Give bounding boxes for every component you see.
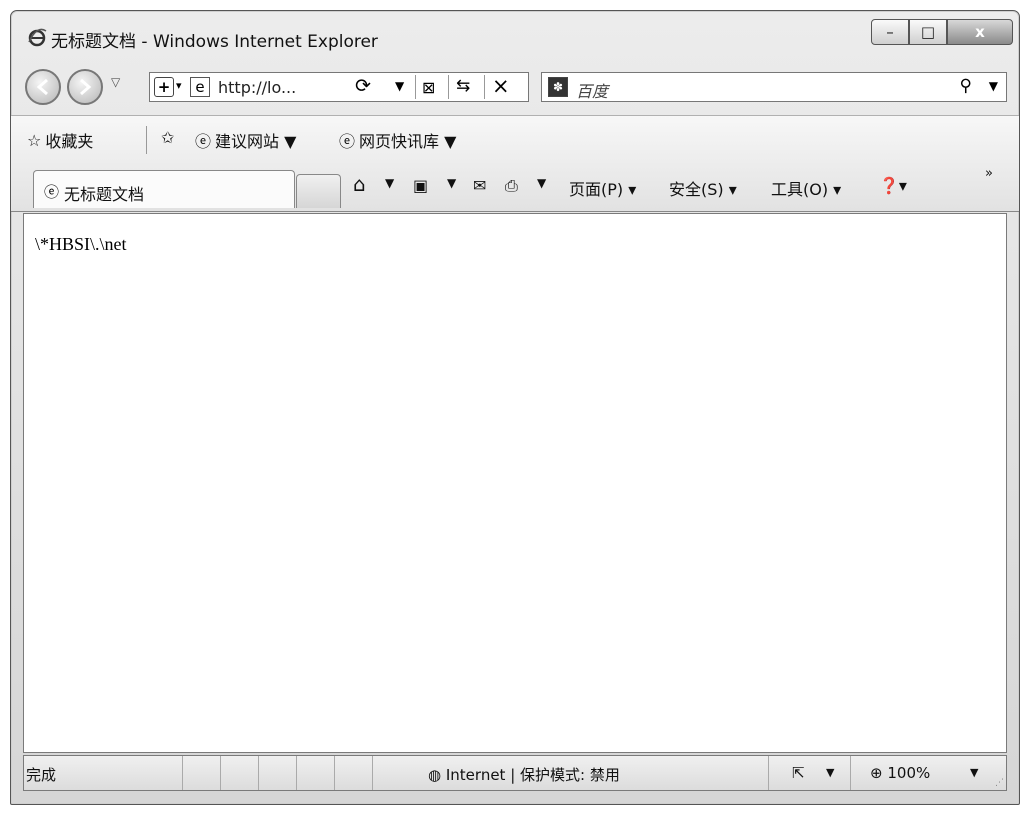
browser-window: 无标题文档 - Windows Internet Explorer – □ x …: [10, 10, 1020, 805]
window-title: 无标题文档 - Windows Internet Explorer: [51, 32, 378, 52]
title-bar[interactable]: 无标题文档 - Windows Internet Explorer – □ x: [11, 11, 1019, 61]
add-dropdown-icon[interactable]: ▾: [176, 79, 182, 92]
mail-icon[interactable]: ✉: [473, 176, 486, 195]
favorites-divider: [146, 126, 147, 154]
status-divider: [768, 756, 769, 790]
zone-settings-icon[interactable]: ⇱: [792, 764, 805, 782]
back-arrow-icon: [36, 78, 48, 96]
help-icon[interactable]: ❓▾: [879, 176, 907, 195]
page-body-text: \*HBSI\.\net: [35, 234, 127, 254]
page-icon: e: [190, 77, 210, 97]
page-content[interactable]: \*HBSI\.\net: [23, 213, 1007, 753]
tab-label: 无标题文档: [64, 185, 145, 204]
home-icon[interactable]: ⌂: [353, 172, 366, 196]
minimize-button[interactable]: –: [871, 19, 909, 45]
toolbar-area: ☆ 收藏夹 ✩ ⓔ 建议网站 ▼ ⓔ 网页快讯库 ▼ ⓔ 无标题文档 ⌂ ▼ ▣…: [11, 115, 1019, 212]
favorites-button[interactable]: ☆ 收藏夹: [27, 128, 93, 152]
address-url[interactable]: http://lo...: [218, 78, 296, 97]
ie-logo-icon: [27, 27, 47, 47]
search-dropdown-icon[interactable]: ▼: [989, 79, 998, 93]
favorites-item-label: 建议网站 ▼: [215, 132, 297, 151]
status-text: 完成: [26, 766, 57, 784]
add-to-favorites-bar-button[interactable]: ✩: [161, 128, 174, 147]
navigation-bar: ▽ + ▾ e http://lo... ⟳ ▼ ⊠ ⇆ × ✽ 百度 ⚲ ▼: [11, 63, 1019, 113]
minimize-icon: –: [886, 23, 894, 41]
feeds-dropdown-icon[interactable]: ▼: [447, 176, 456, 190]
print-icon[interactable]: ⎙: [505, 176, 518, 196]
refresh-icon[interactable]: ⇆: [456, 76, 470, 96]
address-divider: [415, 75, 416, 99]
compatibility-view-icon[interactable]: ⟳: [355, 75, 371, 97]
status-bar: 完成 ◍ Internet | 保护模式: 禁用 ⇱ ▼ ⊕ 100% ▼ ⋰: [23, 755, 1007, 791]
zoom-control[interactable]: ⊕ 100%: [870, 764, 930, 782]
search-placeholder[interactable]: 百度: [576, 78, 608, 102]
address-bar[interactable]: + ▾ e http://lo... ⟳ ▼ ⊠ ⇆ ×: [149, 72, 529, 102]
resize-grip-icon[interactable]: ⋰: [995, 778, 1004, 788]
forward-button[interactable]: [67, 69, 103, 105]
star-icon: ☆: [27, 130, 42, 150]
security-zone-label: Internet | 保护模式: 禁用: [445, 766, 620, 784]
favorites-label: 收藏夹: [45, 132, 94, 151]
search-box[interactable]: ✽ 百度 ⚲ ▼: [541, 72, 1007, 102]
zoom-level: 100%: [887, 764, 931, 782]
recent-pages-dropdown-icon[interactable]: ▽: [111, 75, 120, 89]
new-tab-button[interactable]: [296, 174, 341, 208]
zoom-dropdown-icon[interactable]: ▼: [970, 766, 978, 779]
tab-untitled-document[interactable]: ⓔ 无标题文档: [33, 170, 295, 208]
close-button[interactable]: x: [947, 19, 1013, 45]
status-divider: [182, 756, 183, 790]
status-divider: [372, 756, 373, 790]
feeds-icon[interactable]: ▣: [413, 176, 428, 195]
close-icon: x: [975, 23, 985, 41]
add-icon[interactable]: +: [154, 77, 174, 97]
tools-menu-button[interactable]: 工具(O) ▾: [771, 176, 841, 200]
security-zone[interactable]: ◍ Internet | 保护模式: 禁用: [428, 764, 620, 785]
page-menu-button[interactable]: 页面(P) ▾: [569, 176, 636, 200]
rss-icon[interactable]: ⊠: [422, 78, 435, 97]
zoom-icon: ⊕: [870, 764, 883, 782]
window-controls: – □ x: [871, 19, 1013, 45]
favorites-item-web-slice-gallery[interactable]: ⓔ 网页快讯库 ▼: [339, 128, 456, 152]
status-divider: [296, 756, 297, 790]
stop-icon[interactable]: ×: [492, 74, 510, 98]
ie-page-icon: ⓔ: [339, 132, 356, 151]
home-dropdown-icon[interactable]: ▼: [385, 176, 394, 190]
paw-icon[interactable]: ✽: [548, 77, 568, 97]
back-button[interactable]: [25, 69, 61, 105]
more-commands-button[interactable]: »: [985, 166, 993, 181]
ie-page-icon: ⓔ: [195, 132, 212, 151]
star-add-icon: ✩: [161, 128, 175, 147]
status-divider: [258, 756, 259, 790]
print-dropdown-icon[interactable]: ▼: [537, 176, 546, 190]
status-divider: [334, 756, 335, 790]
tab-row: ⓔ 无标题文档 ⌂ ▼ ▣ ▼ ✉ ⎙ ▼ 页面(P) ▾ 安全(S) ▾ 工具…: [11, 164, 1019, 208]
address-divider: [448, 75, 449, 99]
address-dropdown-icon[interactable]: ▼: [395, 79, 404, 93]
favorites-bar: ☆ 收藏夹 ✩ ⓔ 建议网站 ▼ ⓔ 网页快讯库 ▼: [11, 122, 1019, 154]
status-divider: [850, 756, 851, 790]
safety-menu-button[interactable]: 安全(S) ▾: [669, 176, 737, 200]
status-divider: [220, 756, 221, 790]
zone-dropdown-icon[interactable]: ▼: [826, 766, 834, 779]
globe-icon: ◍: [428, 766, 442, 784]
favorites-item-suggested-sites[interactable]: ⓔ 建议网站 ▼: [195, 128, 296, 152]
maximize-icon: □: [920, 23, 936, 41]
maximize-button[interactable]: □: [909, 19, 947, 45]
search-icon[interactable]: ⚲: [960, 76, 972, 96]
favorites-item-label: 网页快讯库 ▼: [359, 132, 457, 151]
ie-logo-icon: ⓔ: [44, 183, 60, 201]
address-divider: [484, 75, 485, 99]
forward-arrow-icon: [80, 78, 92, 96]
